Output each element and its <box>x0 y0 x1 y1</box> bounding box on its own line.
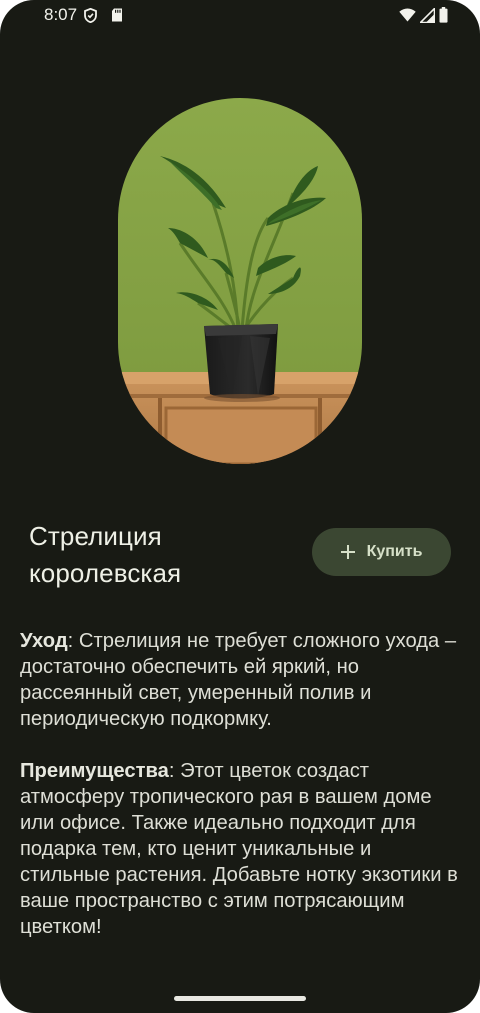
status-right-icons <box>399 7 448 23</box>
cellular-signal-icon <box>420 7 435 23</box>
product-description: Уход: Стрелиция не требует сложного уход… <box>20 628 464 940</box>
product-title-line2: королевская <box>29 558 182 588</box>
home-indicator[interactable] <box>174 996 306 1001</box>
status-bar: 8:07 <box>0 0 480 32</box>
benefits-paragraph: Преимущества: Этот цветок создаст атмосф… <box>20 758 464 940</box>
battery-icon <box>439 7 448 23</box>
care-label: Уход <box>20 630 68 652</box>
benefits-label: Преимущества <box>20 760 169 782</box>
wifi-icon <box>399 8 416 22</box>
buy-button-label: Купить <box>366 543 423 560</box>
app-screen: 8:07 Стрелиция королевская Купить Уход: … <box>0 0 480 1013</box>
status-time: 8:07 <box>44 5 78 24</box>
care-text: : Стрелиция не требует сложного ухода – … <box>20 630 457 730</box>
product-image <box>118 98 362 464</box>
product-title: Стрелиция королевская <box>29 518 279 592</box>
sd-card-icon <box>112 8 122 22</box>
plus-icon <box>340 545 355 559</box>
product-title-line1: Стрелиция <box>29 521 162 551</box>
buy-button[interactable]: Купить <box>312 528 451 576</box>
shield-icon <box>84 8 97 23</box>
benefits-text: : Этот цветок создаст атмосферу тропичес… <box>20 760 458 938</box>
care-paragraph: Уход: Стрелиция не требует сложного уход… <box>20 628 464 732</box>
